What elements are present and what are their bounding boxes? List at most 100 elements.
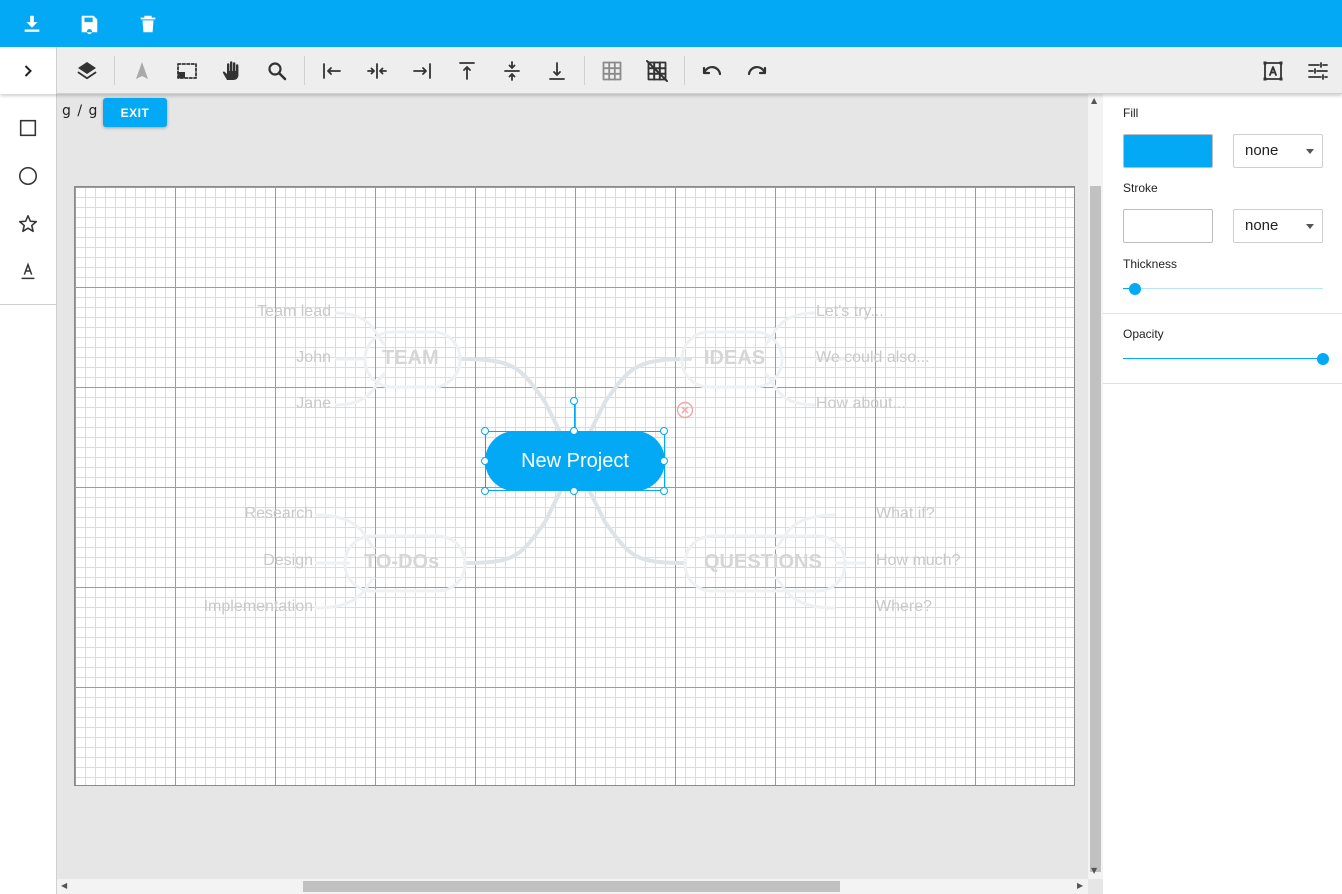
align-middle-button[interactable] xyxy=(490,47,534,94)
chevron-down-icon xyxy=(1306,224,1314,229)
grid-snap-icon xyxy=(646,59,668,82)
vertical-scrollbar[interactable]: ▲ ▼ xyxy=(1088,94,1103,879)
pan-hand-icon xyxy=(222,60,239,80)
toolbar-divider xyxy=(584,56,585,85)
stroke-select-value: none xyxy=(1245,217,1279,234)
align-top-button[interactable] xyxy=(445,47,489,94)
zoom-icon xyxy=(268,61,287,80)
panel-divider xyxy=(1103,383,1342,384)
align-bottom-icon xyxy=(549,61,565,80)
text-icon xyxy=(21,262,35,280)
download-button[interactable] xyxy=(4,0,60,47)
scroll-left-arrow[interactable]: ◀ xyxy=(61,881,67,890)
save-button[interactable] xyxy=(61,0,117,47)
properties-settings-button[interactable] xyxy=(1296,47,1340,94)
mindmap-item[interactable]: Research xyxy=(245,505,313,523)
circle-tool-button[interactable] xyxy=(0,153,56,199)
align-bottom-button[interactable] xyxy=(535,47,579,94)
mindmap-item[interactable]: Team lead xyxy=(257,303,331,321)
redo-icon xyxy=(747,65,767,75)
close-circle-icon xyxy=(676,401,694,419)
undo-icon xyxy=(702,65,722,75)
rectangle-tool-button[interactable] xyxy=(0,105,56,151)
scroll-right-arrow[interactable]: ▶ xyxy=(1077,881,1083,890)
exit-group-button[interactable]: EXIT xyxy=(103,98,167,127)
marquee-select-button[interactable] xyxy=(165,47,209,94)
horizontal-scrollbar[interactable]: ◀ ▶ xyxy=(57,879,1088,894)
select-arrow-icon xyxy=(136,61,148,79)
toolbar-divider xyxy=(304,56,305,85)
opacity-slider-track[interactable] xyxy=(1123,358,1323,359)
mindmap-item[interactable]: Implementation xyxy=(204,598,313,616)
main-toolbar xyxy=(0,47,1342,94)
rotation-handle[interactable] xyxy=(570,397,578,405)
mindmap-category-team[interactable]: TEAM xyxy=(382,347,439,370)
shape-toolbar xyxy=(0,94,57,894)
mindmap-item[interactable]: John xyxy=(296,349,331,367)
stroke-color-swatch[interactable] xyxy=(1123,209,1213,243)
chevron-right-icon xyxy=(24,64,32,77)
expand-panel-button[interactable] xyxy=(0,47,57,94)
thickness-slider-knob[interactable] xyxy=(1129,283,1141,295)
text-frame-button[interactable] xyxy=(1251,47,1295,94)
horizontal-scroll-thumb[interactable] xyxy=(303,881,840,892)
star-icon xyxy=(18,214,38,233)
mindmap-category-ideas[interactable]: IDEAS xyxy=(704,347,765,370)
grid-toggle-button[interactable] xyxy=(590,47,634,94)
delete-selection-icon[interactable] xyxy=(676,401,694,419)
stroke-select[interactable]: none xyxy=(1233,209,1323,243)
select-tool-button[interactable] xyxy=(120,47,164,94)
grid-snap-button[interactable] xyxy=(635,47,679,94)
layers-button[interactable] xyxy=(65,47,109,94)
delete-button[interactable] xyxy=(120,0,176,47)
properties-panel: Fill none Stroke none Thickness Opacity xyxy=(1103,94,1342,894)
resize-handle-se[interactable] xyxy=(660,487,668,495)
mindmap-item[interactable]: Jane xyxy=(296,395,331,413)
mindmap-item[interactable]: What if? xyxy=(876,505,935,523)
top-bar xyxy=(0,0,1342,47)
mindmap-category-todos[interactable]: TO-DOs xyxy=(364,551,439,574)
resize-handle-w[interactable] xyxy=(481,457,489,465)
undo-button[interactable] xyxy=(690,47,734,94)
star-tool-button[interactable] xyxy=(0,201,56,247)
mindmap-item[interactable]: We could also... xyxy=(816,349,930,367)
scroll-down-arrow[interactable]: ▼ xyxy=(1091,866,1097,875)
mindmap-item[interactable]: How much? xyxy=(876,552,960,570)
mindmap-item[interactable]: How about... xyxy=(816,395,906,413)
save-icon xyxy=(81,15,98,34)
mindmap-item[interactable]: Design xyxy=(263,552,313,570)
pan-tool-button[interactable] xyxy=(210,47,254,94)
settings-sliders-icon xyxy=(1308,61,1328,80)
marquee-select-icon xyxy=(177,62,197,79)
align-center-button[interactable] xyxy=(355,47,399,94)
rectangle-icon xyxy=(19,119,37,137)
opacity-label: Opacity xyxy=(1123,327,1164,341)
zoom-tool-button[interactable] xyxy=(255,47,299,94)
toolbar-divider xyxy=(114,56,115,85)
fill-color-swatch[interactable] xyxy=(1123,134,1213,168)
fill-select-value: none xyxy=(1245,142,1279,159)
align-left-button[interactable] xyxy=(310,47,354,94)
resize-handle-e[interactable] xyxy=(660,457,668,465)
resize-handle-s[interactable] xyxy=(570,487,578,495)
redo-button[interactable] xyxy=(735,47,779,94)
scroll-up-arrow[interactable]: ▲ xyxy=(1091,96,1097,105)
text-frame-icon xyxy=(1263,61,1283,80)
text-tool-button[interactable] xyxy=(0,248,56,294)
resize-handle-sw[interactable] xyxy=(481,487,489,495)
mindmap-item[interactable]: Where? xyxy=(876,598,932,616)
opacity-slider-knob[interactable] xyxy=(1317,353,1329,365)
resize-handle-ne[interactable] xyxy=(660,427,668,435)
fill-select[interactable]: none xyxy=(1233,134,1323,168)
download-icon xyxy=(24,15,40,32)
thickness-slider-track[interactable] xyxy=(1123,288,1323,289)
center-node[interactable]: New Project xyxy=(485,431,665,491)
vertical-scroll-thumb[interactable] xyxy=(1090,186,1101,872)
drawing-canvas[interactable]: TEAM IDEAS TO-DOs QUESTIONS Team lead Jo… xyxy=(74,186,1075,786)
resize-handle-nw[interactable] xyxy=(481,427,489,435)
resize-handle-n[interactable] xyxy=(570,427,578,435)
mindmap-category-questions[interactable]: QUESTIONS xyxy=(704,551,822,574)
align-right-button[interactable] xyxy=(400,47,444,94)
panel-divider xyxy=(1103,313,1342,314)
mindmap-item[interactable]: Let's try... xyxy=(816,303,884,321)
